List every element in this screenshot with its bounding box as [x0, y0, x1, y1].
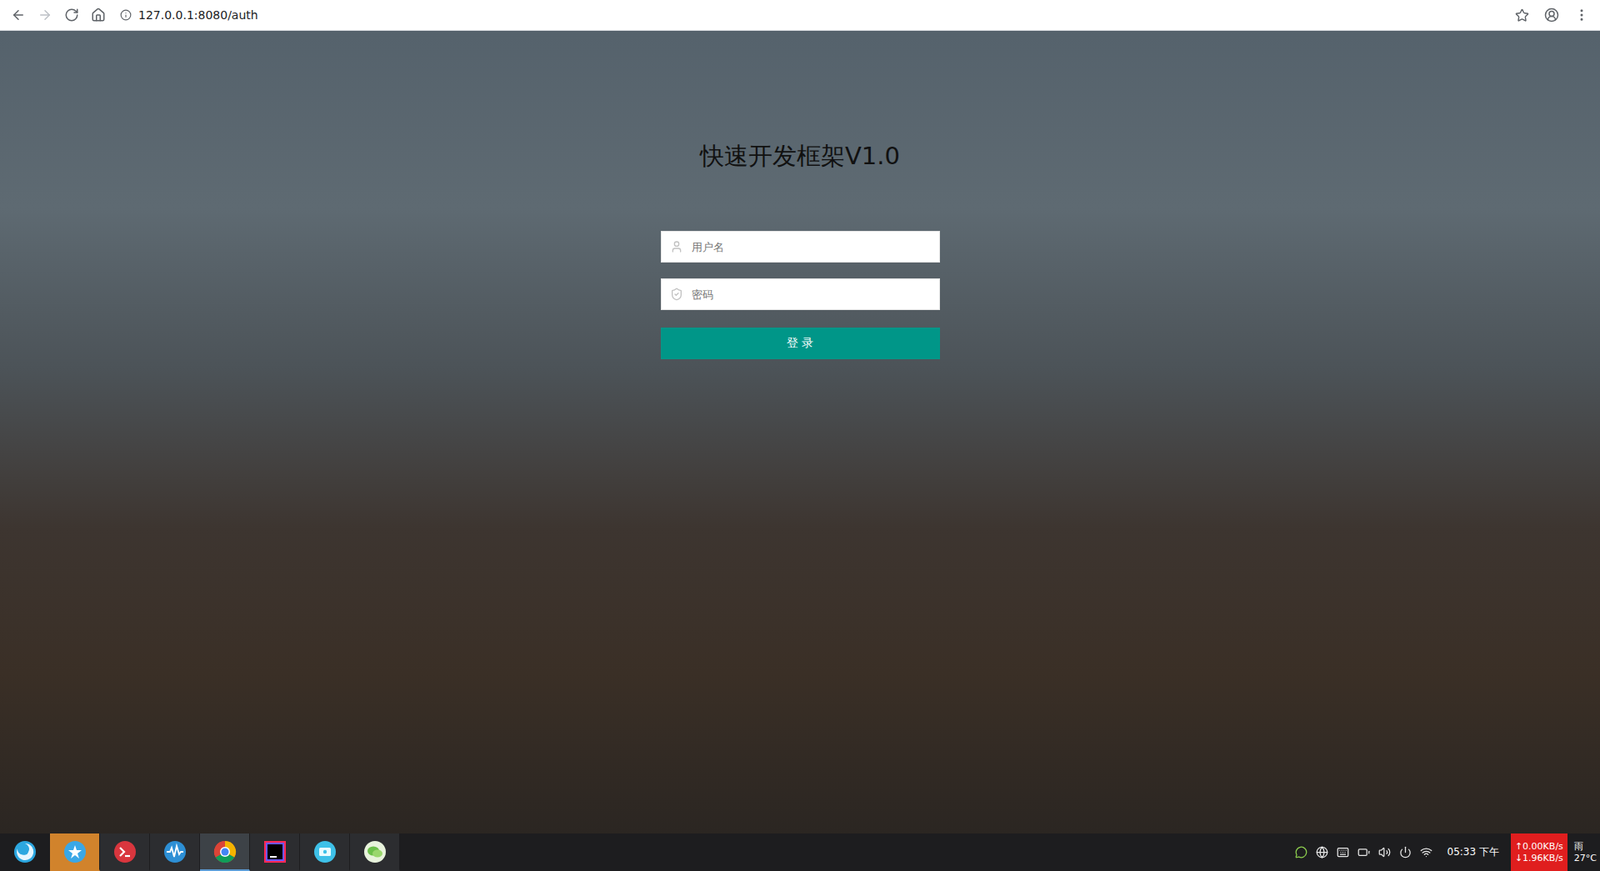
chrome-icon	[212, 839, 238, 865]
forward-arrow-icon	[37, 7, 53, 23]
power-icon[interactable]	[1399, 845, 1412, 859]
weather[interactable]: 雨27°C	[1574, 840, 1600, 865]
url-text[interactable]: 127.0.0.1:8080/auth	[138, 8, 259, 22]
chat-app-icon	[362, 839, 388, 865]
menu-icon	[1574, 7, 1590, 23]
user-field[interactable]	[660, 230, 940, 263]
terminal-icon	[112, 839, 138, 865]
taskbar-app[interactable]	[150, 833, 200, 871]
user-input[interactable]	[690, 240, 931, 255]
account-button[interactable]	[1538, 1, 1565, 29]
appstore-icon	[62, 839, 88, 865]
toolbar-actions	[1508, 1, 1595, 29]
bookmark-button[interactable]	[1508, 1, 1535, 29]
desktop-screen: 127.0.0.1:8080/auth 快速开发框架V1.0 登 录 05:33 下午…	[0, 0, 1600, 871]
file-manager-icon	[312, 839, 338, 865]
menu-button[interactable]	[1568, 1, 1595, 29]
login-form: 登 录	[660, 230, 940, 360]
taskbar: 05:33 下午↑0.00KB/s↓1.96KB/s雨27°C	[0, 833, 1600, 871]
taskbar-app[interactable]	[200, 833, 250, 871]
download-speed: ↓1.96KB/s	[1515, 852, 1564, 865]
reload-icon	[64, 7, 80, 23]
back-arrow-icon	[10, 7, 26, 23]
forward-button[interactable]	[31, 1, 59, 29]
weather-temperature: 27°C	[1574, 852, 1597, 865]
volume-icon[interactable]	[1378, 845, 1391, 859]
keyboard-icon[interactable]	[1336, 845, 1350, 859]
login-page: 快速开发框架V1.0 登 录	[0, 30, 1600, 834]
globe-icon[interactable]	[1315, 845, 1329, 859]
taskbar-app[interactable]	[100, 833, 150, 871]
reload-button[interactable]	[58, 1, 85, 29]
account-icon	[1544, 7, 1560, 23]
login-button[interactable]: 登 录	[660, 327, 940, 360]
address-bar[interactable]: 127.0.0.1:8080/auth	[111, 8, 1509, 22]
taskbar-app[interactable]	[300, 833, 350, 871]
page-title: 快速开发框架V1.0	[700, 140, 900, 171]
shield-icon	[670, 287, 684, 301]
wechat-icon[interactable]	[1295, 845, 1308, 859]
taskbar-app[interactable]	[50, 833, 100, 871]
taskbar-app[interactable]	[250, 833, 300, 871]
back-button[interactable]	[5, 1, 32, 29]
password-input[interactable]	[690, 287, 931, 302]
taskbar-apps	[0, 833, 400, 871]
browser-toolbar: 127.0.0.1:8080/auth	[0, 0, 1600, 31]
launcher-icon	[12, 839, 38, 865]
taskbar-status: 05:33 下午↑0.00KB/s↓1.96KB/s雨27°C	[1295, 833, 1600, 871]
taskbar-app[interactable]	[0, 833, 50, 871]
wifi-icon[interactable]	[1420, 845, 1433, 859]
weather-condition: 雨	[1574, 840, 1597, 853]
taskbar-app[interactable]	[350, 833, 400, 871]
clock[interactable]: 05:33 下午	[1447, 845, 1500, 860]
upload-speed: ↑0.00KB/s	[1515, 840, 1564, 853]
home-icon	[90, 7, 106, 23]
star-icon	[1515, 8, 1530, 23]
battery-icon[interactable]	[1357, 845, 1370, 859]
home-button[interactable]	[85, 1, 112, 29]
intellij-icon	[262, 839, 288, 865]
system-monitor-icon	[162, 839, 188, 865]
system-tray	[1295, 845, 1433, 859]
password-field[interactable]	[660, 278, 940, 310]
network-speed: ↑0.00KB/s↓1.96KB/s	[1510, 833, 1568, 871]
user-icon	[670, 240, 684, 254]
info-icon[interactable]	[120, 9, 132, 21]
